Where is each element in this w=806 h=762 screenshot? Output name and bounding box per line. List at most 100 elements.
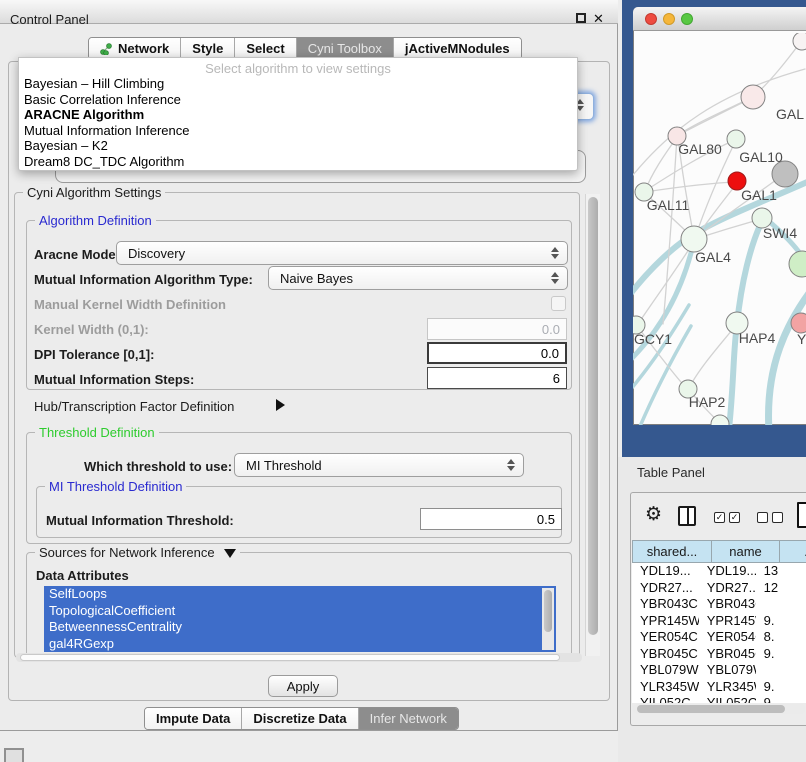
table-cell: 9.: [756, 646, 806, 663]
data-attributes-list: SelfLoopsTopologicalCoefficientBetweenne…: [44, 586, 556, 652]
attribute-item-gal4rgexp[interactable]: gal4RGexp: [44, 636, 556, 653]
float-window-icon[interactable]: [576, 13, 586, 23]
table-cell: YLR345W: [632, 679, 699, 696]
mi-threshold-field[interactable]: [420, 508, 562, 530]
attribute-item-betweennesscentrality[interactable]: BetweennessCentrality: [44, 619, 556, 636]
scrollbar-thumb[interactable]: [637, 705, 785, 713]
table-row[interactable]: YIL052CYIL052C9: [632, 695, 806, 703]
selected-value: Naive Bayes: [280, 271, 353, 286]
table-cell: 9.: [756, 679, 806, 696]
gear-icon[interactable]: ⚙: [645, 505, 662, 524]
table-row[interactable]: YBR045CYBR045C9.: [632, 646, 806, 663]
table-row[interactable]: YDL19...YDL19...13: [632, 563, 806, 580]
mi-algorithm-type-select[interactable]: Naive Bayes: [268, 266, 568, 290]
unchecked-checkbox-icon[interactable]: [757, 512, 768, 523]
tab-label: Select: [246, 41, 284, 56]
control-panel-titlebar[interactable]: [0, 0, 618, 24]
attribute-item-topologicalcoefficient[interactable]: TopologicalCoefficient: [44, 603, 556, 620]
tab-cyni-toolbox[interactable]: Cyni Toolbox: [296, 38, 393, 59]
table-row[interactable]: YBL079WYBL079W: [632, 662, 806, 679]
table-row[interactable]: YER054CYER054C8.: [632, 629, 806, 646]
settings-vertical-scrollbar[interactable]: [585, 194, 600, 656]
algorithm-option-dream8-dc-tdc-algorithm[interactable]: Dream8 DC_TDC Algorithm: [19, 154, 577, 170]
algorithm-option-bayesian-k2[interactable]: Bayesian – K2: [19, 138, 577, 154]
dpi-tolerance-field[interactable]: [427, 342, 567, 364]
column-header-name[interactable]: name: [712, 540, 780, 563]
table-row[interactable]: YPR145WYPR145W9.: [632, 613, 806, 630]
table-cell: YPR145W: [632, 613, 699, 630]
network-node-y[interactable]: [791, 313, 806, 333]
table-cell: YBR043C: [632, 596, 699, 613]
unchecked-checkbox-icon[interactable]: [772, 512, 783, 523]
scrollbar-thumb[interactable]: [544, 590, 552, 632]
zoom-window-icon[interactable]: [681, 13, 693, 25]
tab-discretize-data[interactable]: Discretize Data: [241, 708, 357, 729]
tab-select[interactable]: Select: [234, 38, 295, 59]
popup-placeholder: Select algorithm to view settings: [19, 58, 577, 76]
tab-infer-network[interactable]: Infer Network: [358, 708, 458, 729]
minimize-window-icon[interactable]: [663, 13, 675, 25]
scrollbar-thumb[interactable]: [20, 654, 560, 661]
table-cell: 8.: [756, 629, 806, 646]
tab-jactivemnodules[interactable]: jActiveMNodules: [393, 38, 521, 59]
algorithm-option-bayesian-hill-climbing[interactable]: Bayesian – Hill Climbing: [19, 76, 577, 92]
algorithm-option-aracne-algorithm[interactable]: ARACNE Algorithm: [19, 107, 577, 123]
table-cell: YDR27...: [699, 580, 756, 597]
minimized-panel-icon[interactable]: [4, 748, 24, 762]
algorithm-option-mutual-information-inference[interactable]: Mutual Information Inference: [19, 123, 577, 139]
network-node[interactable]: [789, 251, 806, 277]
network-node[interactable]: [793, 33, 806, 50]
expand-arrow-icon[interactable]: [276, 399, 285, 411]
scrollbar-thumb[interactable]: [588, 197, 598, 635]
document-icon[interactable]: [797, 502, 806, 528]
node-label: GAL10: [739, 149, 783, 165]
tab-style[interactable]: Style: [180, 38, 234, 59]
network-edge: [769, 284, 806, 425]
network-canvas[interactable]: GALGAL80GAL10GAL1GAL11GAL4SWI4GCY1HAP4YH…: [633, 33, 806, 425]
aracne-mode-select[interactable]: Discovery: [116, 241, 568, 265]
tab-impute-data[interactable]: Impute Data: [145, 708, 241, 729]
node-label: GAL1: [741, 187, 777, 203]
spinner-arrows-icon: [507, 459, 515, 471]
group-title: Algorithm Definition: [35, 213, 156, 228]
close-window-icon[interactable]: [645, 13, 657, 25]
table-row[interactable]: YLR345WYLR345W9.: [632, 679, 806, 696]
column-header-a[interactable]: A: [780, 540, 806, 563]
column-header-shared[interactable]: shared...: [632, 540, 712, 563]
table-row[interactable]: YDR27...YDR27...12: [632, 580, 806, 597]
mi-algorithm-type-label: Mutual Information Algorithm Type:: [34, 272, 253, 287]
table-cell: 9: [756, 695, 806, 703]
collapse-arrow-icon[interactable]: [224, 549, 236, 558]
settings-horizontal-scrollbar[interactable]: [16, 653, 582, 662]
group-title: Threshold Definition: [35, 425, 159, 440]
table-row[interactable]: YBR043CYBR043C: [632, 596, 806, 613]
attributes-list-scrollbar[interactable]: [542, 588, 554, 650]
tab-network[interactable]: Network: [89, 38, 180, 59]
checked-checkbox-icon[interactable]: ✓: [729, 512, 740, 523]
table-cell: YDL19...: [632, 563, 699, 580]
table-horizontal-scrollbar[interactable]: [633, 704, 805, 714]
algorithm-option-basic-correlation-inference[interactable]: Basic Correlation Inference: [19, 92, 577, 108]
kernel-width-field[interactable]: [427, 318, 567, 340]
node-label: HAP4: [739, 330, 776, 346]
checked-checkbox-icon[interactable]: ✓: [714, 512, 725, 523]
columns-icon[interactable]: [678, 506, 696, 526]
table-cell: YDL19...: [699, 563, 756, 580]
network-node-gal10[interactable]: [727, 130, 745, 148]
node-label: GCY1: [634, 331, 672, 347]
table-cell: YBR045C: [699, 646, 756, 663]
close-icon[interactable]: ✕: [593, 11, 604, 27]
network-window-titlebar[interactable]: [633, 7, 806, 31]
network-node-gal[interactable]: [741, 85, 765, 109]
table-panel-title: Table Panel: [637, 465, 705, 480]
attribute-item-selfloops[interactable]: SelfLoops: [44, 586, 556, 603]
node-label: GAL80: [678, 141, 722, 157]
which-threshold-select[interactable]: MI Threshold: [234, 453, 524, 477]
mi-steps-field[interactable]: [427, 367, 567, 389]
manual-kernel-width-checkbox[interactable]: [551, 296, 566, 311]
table-cell: YBR043C: [699, 596, 756, 613]
group-title: Sources for Network Inference: [35, 545, 240, 560]
apply-button[interactable]: Apply: [268, 675, 338, 697]
selected-value: MI Threshold: [246, 458, 322, 473]
manual-kernel-width-label: Manual Kernel Width Definition: [34, 297, 226, 312]
